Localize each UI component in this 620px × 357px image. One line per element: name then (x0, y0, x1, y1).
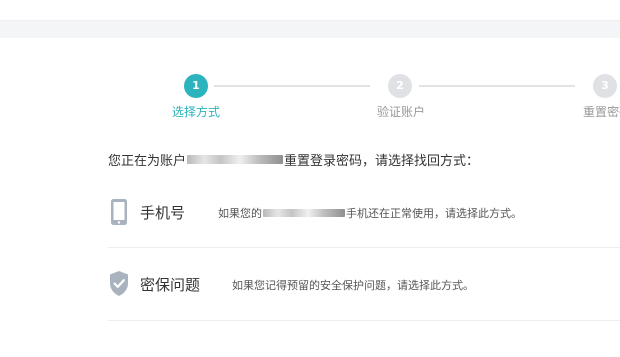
instruction-text: 您正在为账户 重置登录密码，请选择找回方式： (108, 150, 479, 169)
step-connector-2 (419, 85, 575, 87)
shield-check-icon (108, 270, 130, 302)
step-connector-1 (214, 85, 370, 87)
step-2-label: 验证账户 (377, 105, 426, 119)
step-1-circle: 1 (184, 74, 208, 98)
step-3-label: 重置密码 (583, 105, 620, 119)
option-security-desc-text: 如果您记得预留的安全保护问题，请选择此方式。 (232, 279, 474, 292)
instruction-suffix: 重置登录密码，请选择找回方式： (284, 154, 480, 169)
option-phone-desc: 如果您的 手机还在正常使用，请选择此方式。 (218, 205, 522, 221)
header-strip (0, 20, 620, 38)
instruction-prefix: 您正在为账户 (108, 154, 187, 169)
option-security-desc: 如果您记得预留的安全保护问题，请选择此方式。 (232, 277, 474, 293)
option-divider-1 (108, 247, 620, 248)
redacted-account (187, 155, 284, 164)
step-2-circle: 2 (388, 74, 412, 98)
password-reset-page: 1 2 3 选择方式 验证账户 重置密码 您正在为账户 重置登录密码，请选择找回… (0, 0, 620, 357)
redacted-phone (263, 209, 345, 217)
option-phone-desc-suffix: 手机还在正常使用，请选择此方式。 (346, 207, 522, 220)
option-security-title: 密保问题 (140, 276, 201, 294)
option-phone[interactable]: 手机号 如果您的 手机还在正常使用，请选择此方式。 (108, 182, 620, 242)
option-phone-desc-prefix: 如果您的 (218, 207, 262, 220)
phone-icon (108, 198, 130, 230)
step-3-circle: 3 (593, 74, 617, 98)
option-divider-2 (108, 320, 620, 321)
option-security-question[interactable]: 密保问题 如果您记得预留的安全保护问题，请选择此方式。 (108, 254, 620, 314)
step-1-label: 选择方式 (172, 105, 221, 119)
option-phone-title: 手机号 (140, 204, 186, 222)
